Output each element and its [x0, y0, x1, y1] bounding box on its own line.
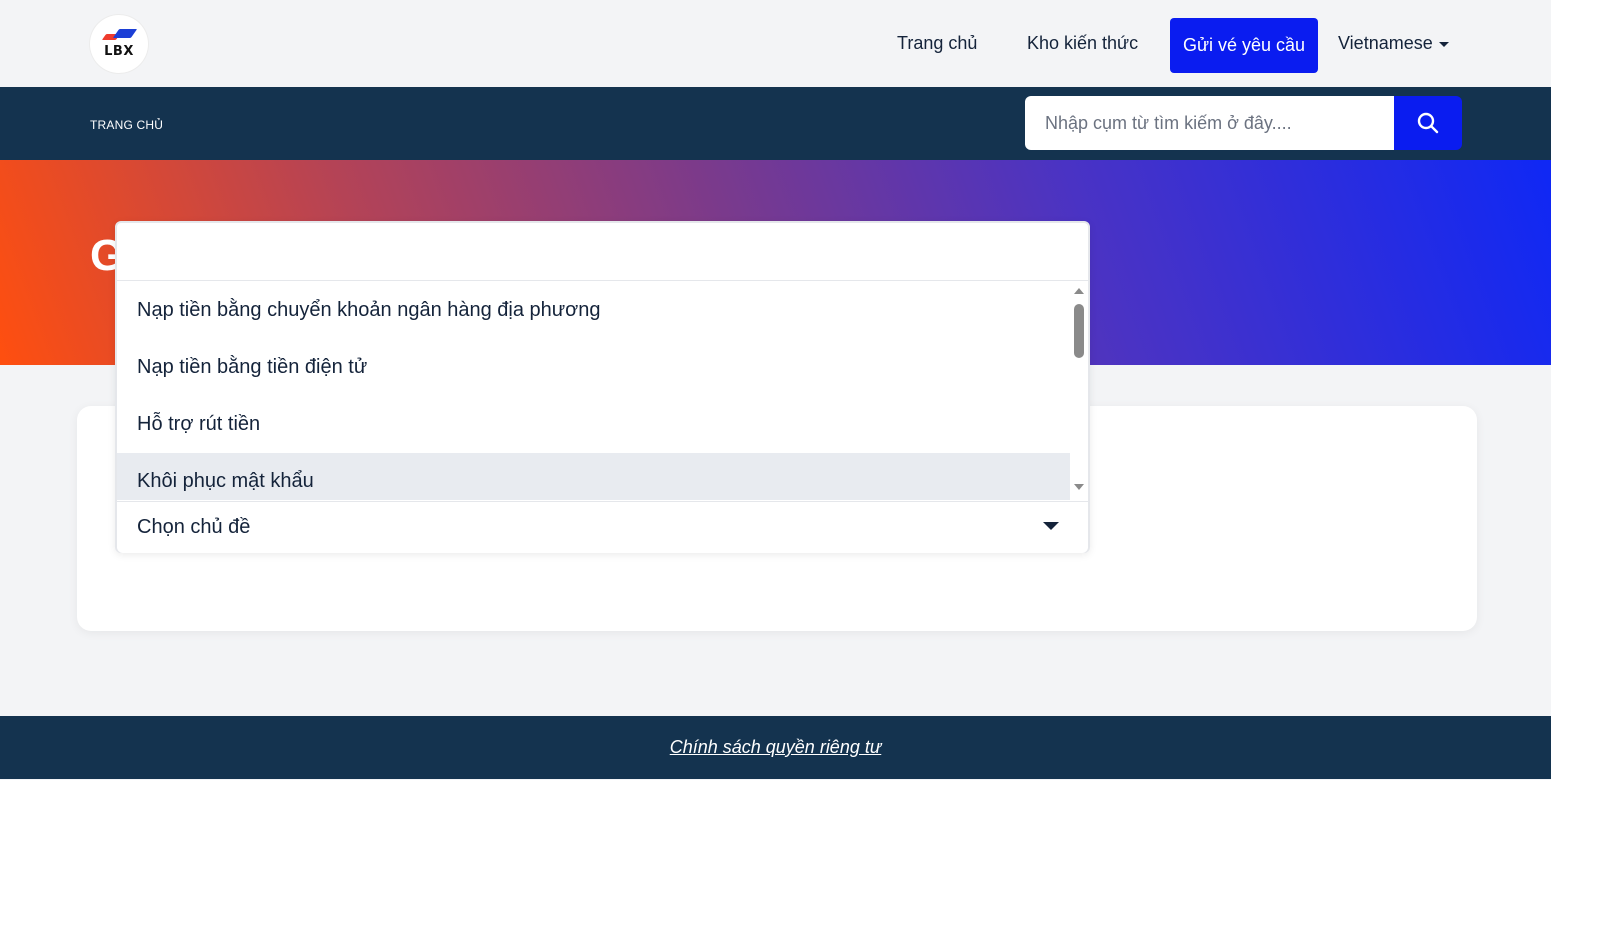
- dropdown-option-highlighted[interactable]: Khôi phục mật khẩu: [117, 453, 1070, 500]
- search-button[interactable]: [1394, 96, 1462, 150]
- dropdown-scrollbar[interactable]: [1070, 282, 1088, 500]
- topic-select-label: Chọn chủ đề: [137, 516, 251, 538]
- language-label: Vietnamese: [1338, 33, 1433, 53]
- privacy-policy-link[interactable]: Chính sách quyền riêng tư: [670, 737, 882, 758]
- search-icon: [1417, 112, 1439, 134]
- nav-link-home[interactable]: Trang chủ: [897, 33, 977, 54]
- scroll-up-arrow-icon[interactable]: [1074, 288, 1084, 294]
- language-selector[interactable]: Vietnamese: [1338, 33, 1449, 54]
- topic-select[interactable]: Chọn chủ đề: [117, 501, 1088, 553]
- logo-text: LBX: [104, 44, 134, 59]
- footer: Chính sách quyền riêng tư: [0, 716, 1551, 779]
- dropdown-option[interactable]: Hỗ trợ rút tiền: [117, 396, 1070, 453]
- top-header: LBX Trang chủ Kho kiến thức Gửi vé yêu c…: [0, 0, 1551, 87]
- submit-ticket-label: Gửi vé yêu cầu: [1182, 35, 1306, 55]
- scroll-down-arrow-icon[interactable]: [1074, 484, 1084, 490]
- breadcrumb[interactable]: TRANG CHỦ: [90, 118, 163, 132]
- dropdown-options-list[interactable]: Nạp tiền bằng chuyển khoản ngân hàng địa…: [117, 282, 1070, 500]
- topic-dropdown[interactable]: Nạp tiền bằng chuyển khoản ngân hàng địa…: [115, 221, 1090, 553]
- scrollbar-thumb[interactable]: [1074, 304, 1084, 358]
- dropdown-option[interactable]: Nạp tiền bằng chuyển khoản ngân hàng địa…: [117, 282, 1070, 339]
- submit-ticket-button[interactable]: Gửi vé yêu cầu: [1170, 18, 1318, 73]
- logo-blue-swoosh-icon: [112, 29, 138, 38]
- nav-link-knowledge-base[interactable]: Kho kiến thức: [1027, 33, 1138, 54]
- caret-down-icon: [1438, 42, 1449, 47]
- dropdown-search-input[interactable]: [117, 223, 1088, 281]
- caret-down-icon: [1043, 522, 1059, 530]
- dropdown-option[interactable]: Nạp tiền bằng tiền điện tử: [117, 339, 1070, 396]
- search-input[interactable]: [1025, 96, 1394, 150]
- logo[interactable]: LBX: [90, 15, 148, 73]
